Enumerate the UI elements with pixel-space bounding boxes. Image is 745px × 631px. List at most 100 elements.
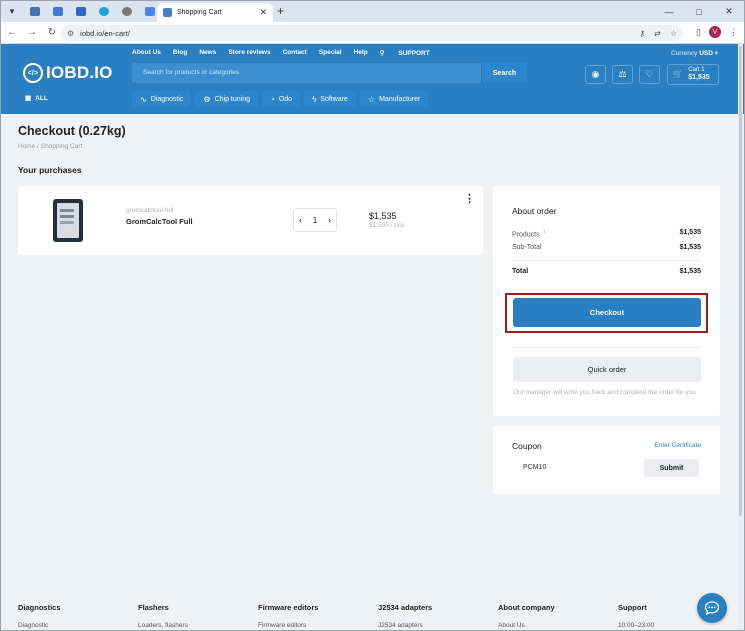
nav-store-reviews[interactable]: Store reviews — [228, 49, 270, 57]
increase-qty-icon[interactable]: › — [328, 215, 331, 225]
new-tab-icon[interactable]: + — [277, 4, 284, 18]
category-label: Software — [320, 95, 348, 103]
address-bar[interactable]: ⚙ iobd.io/en-cart/ ⚷ ⇄ ☆ — [61, 25, 683, 41]
footer-link[interactable]: Diagnostic — [18, 622, 138, 629]
nav-help[interactable]: Help — [354, 49, 368, 57]
page-scrollbar[interactable] — [738, 44, 743, 630]
chat-widget-button[interactable] — [697, 593, 727, 623]
menu-kebab-icon[interactable]: ⋮ — [729, 27, 738, 38]
item-menu-icon[interactable]: ⋮ — [464, 194, 475, 205]
account-icon[interactable]: ◉ — [585, 65, 606, 84]
coupon-panel: Coupon Enter Certificate PCM10 Submit — [493, 426, 720, 494]
profile-avatar[interactable]: V — [709, 26, 721, 38]
top-nav: About Us Blog News Store reviews Contact… — [132, 49, 454, 57]
maximize-button[interactable]: □ — [684, 1, 714, 22]
key-icon[interactable]: ⚷ — [639, 29, 645, 38]
coupon-submit-button[interactable]: Submit — [644, 459, 699, 477]
bookmark-star-icon[interactable]: ☆ — [670, 29, 677, 38]
currency-label: Currency — [671, 50, 698, 57]
compare-icon[interactable]: ⚖ — [612, 65, 633, 84]
nav-special[interactable]: Special — [319, 49, 342, 57]
toolbar: ← → ↻ ⚙ iobd.io/en-cart/ ⚷ ⇄ ☆ ▯ V ⋮ — [1, 22, 744, 44]
site-header: </> IOBD.IO About Us Blog News Store rev… — [1, 44, 744, 114]
chat-bubble-icon — [704, 601, 720, 616]
footer-link[interactable]: Loaders, flashers — [138, 622, 258, 629]
category-odo[interactable]: ◔ Odo — [261, 91, 301, 107]
footer-link[interactable]: Firmware editors — [258, 622, 378, 629]
product-sku: gromcalctool-full — [126, 207, 174, 214]
footer-col-diagnostics: Diagnostics Diagnostic — [18, 603, 138, 629]
scrollbar-thumb[interactable] — [739, 46, 742, 516]
category-label: Odo — [278, 95, 293, 103]
search-input[interactable]: Search for products or categories — [143, 69, 239, 76]
category-chip-tuning[interactable]: ⚙ Chip tuning — [195, 91, 258, 107]
nav-support[interactable]: ⚲ SUPPORT — [380, 49, 442, 57]
pinned-tab[interactable] — [92, 1, 115, 22]
category-label: Manufacturer — [379, 95, 421, 103]
category-software[interactable]: ϟ Software — [304, 91, 356, 107]
nav-contact[interactable]: Contact — [283, 49, 307, 57]
tab-close-icon[interactable]: ✕ — [259, 7, 267, 18]
footer-link[interactable]: About Us — [498, 622, 618, 629]
gauge-icon: ◔ — [269, 94, 275, 104]
footer-link[interactable]: J2534 adapters — [378, 622, 498, 629]
sidepanel-icon[interactable]: ▯ — [696, 27, 701, 38]
grid-icon: ▦ — [25, 95, 32, 102]
search-button[interactable]: Search — [481, 63, 527, 83]
pinned-tab[interactable] — [23, 1, 46, 22]
all-categories-button[interactable]: ▦ ALL — [25, 94, 48, 103]
header-icons: ◉ ⚖ ♡ — [585, 65, 660, 84]
forward-icon[interactable]: → — [23, 27, 41, 38]
wishlist-heart-icon[interactable]: ♡ — [639, 65, 660, 84]
checkout-button[interactable]: Checkout — [513, 298, 701, 327]
close-window-button[interactable]: ✕ — [714, 1, 744, 22]
category-diagnostic[interactable]: ∿ Diagnostic — [132, 91, 192, 107]
product-image[interactable] — [53, 199, 83, 242]
category-label: Chip tuning — [214, 95, 250, 103]
tab-strip: ▾ — [1, 1, 744, 22]
tab-search-icon[interactable]: ▾ — [1, 1, 23, 22]
pinned-tab[interactable] — [115, 1, 138, 22]
footer-heading: Firmware editors — [258, 603, 319, 612]
url-text[interactable]: iobd.io/en-cart/ — [80, 29, 130, 38]
enter-certificate-link[interactable]: Enter Certificate — [654, 442, 701, 449]
star-icon: ☆ — [367, 94, 376, 104]
logo[interactable]: </> IOBD.IO — [23, 63, 113, 83]
back-icon[interactable]: ← — [3, 27, 21, 38]
subtotal-label: Sub-Total — [512, 244, 542, 251]
nav-blog[interactable]: Blog — [173, 49, 187, 57]
reload-icon[interactable]: ↻ — [43, 27, 61, 38]
cart-basket-icon: 🛒 — [672, 69, 684, 79]
translate-icon[interactable]: ⇄ — [654, 29, 661, 38]
product-name[interactable]: GromCalcTool Full — [126, 217, 193, 226]
category-manufacturer[interactable]: ☆ Manufacturer — [359, 91, 429, 107]
purchases-heading: Your purchases — [18, 165, 82, 175]
footer-col-firmware: Firmware editors Firmware editors — [258, 603, 378, 629]
quick-order-note: Our manager will write you back and comp… — [513, 389, 696, 396]
cart-total: $1,535 — [688, 73, 710, 81]
search-bar: Search for products or categories Search — [132, 63, 527, 83]
product-price: $1,535 — [369, 211, 397, 221]
footer-heading: J2534 adapters — [378, 603, 433, 612]
coupon-code-field[interactable]: PCM10 — [512, 459, 644, 477]
nav-news[interactable]: News — [199, 49, 216, 57]
currency-selector[interactable]: Currency USD ▾ — [671, 49, 718, 57]
products-row: Products 1 $1,535 — [512, 229, 701, 238]
breadcrumb[interactable]: Home / Shopping Cart — [18, 143, 82, 150]
footer: Diagnostics Diagnostic Flashers Loaders, f… — [18, 603, 738, 629]
nav-support-label: SUPPORT — [398, 50, 430, 57]
pinned-tab-mail[interactable] — [46, 1, 69, 22]
footer-col-j2534: J2534 adapters J2534 adapters — [378, 603, 498, 629]
quantity-value[interactable]: 1 — [313, 215, 318, 225]
tab-shopping-cart[interactable]: Shopping Cart ✕ — [157, 3, 273, 22]
pinned-tab[interactable] — [69, 1, 92, 22]
footer-col-flashers: Flashers Loaders, flashers — [138, 603, 258, 629]
quick-order-button[interactable]: Quick order — [513, 357, 701, 382]
nav-about-us[interactable]: About Us — [132, 49, 161, 57]
decrease-qty-icon[interactable]: ‹ — [299, 215, 302, 225]
cart-button[interactable]: 🛒 Cart 1 $1,535 — [667, 64, 719, 85]
footer-heading: Diagnostics — [18, 603, 61, 612]
site-info-icon[interactable]: ⚙ — [67, 29, 74, 38]
products-value: $1,535 — [679, 229, 701, 236]
minimize-button[interactable]: — — [654, 1, 684, 22]
